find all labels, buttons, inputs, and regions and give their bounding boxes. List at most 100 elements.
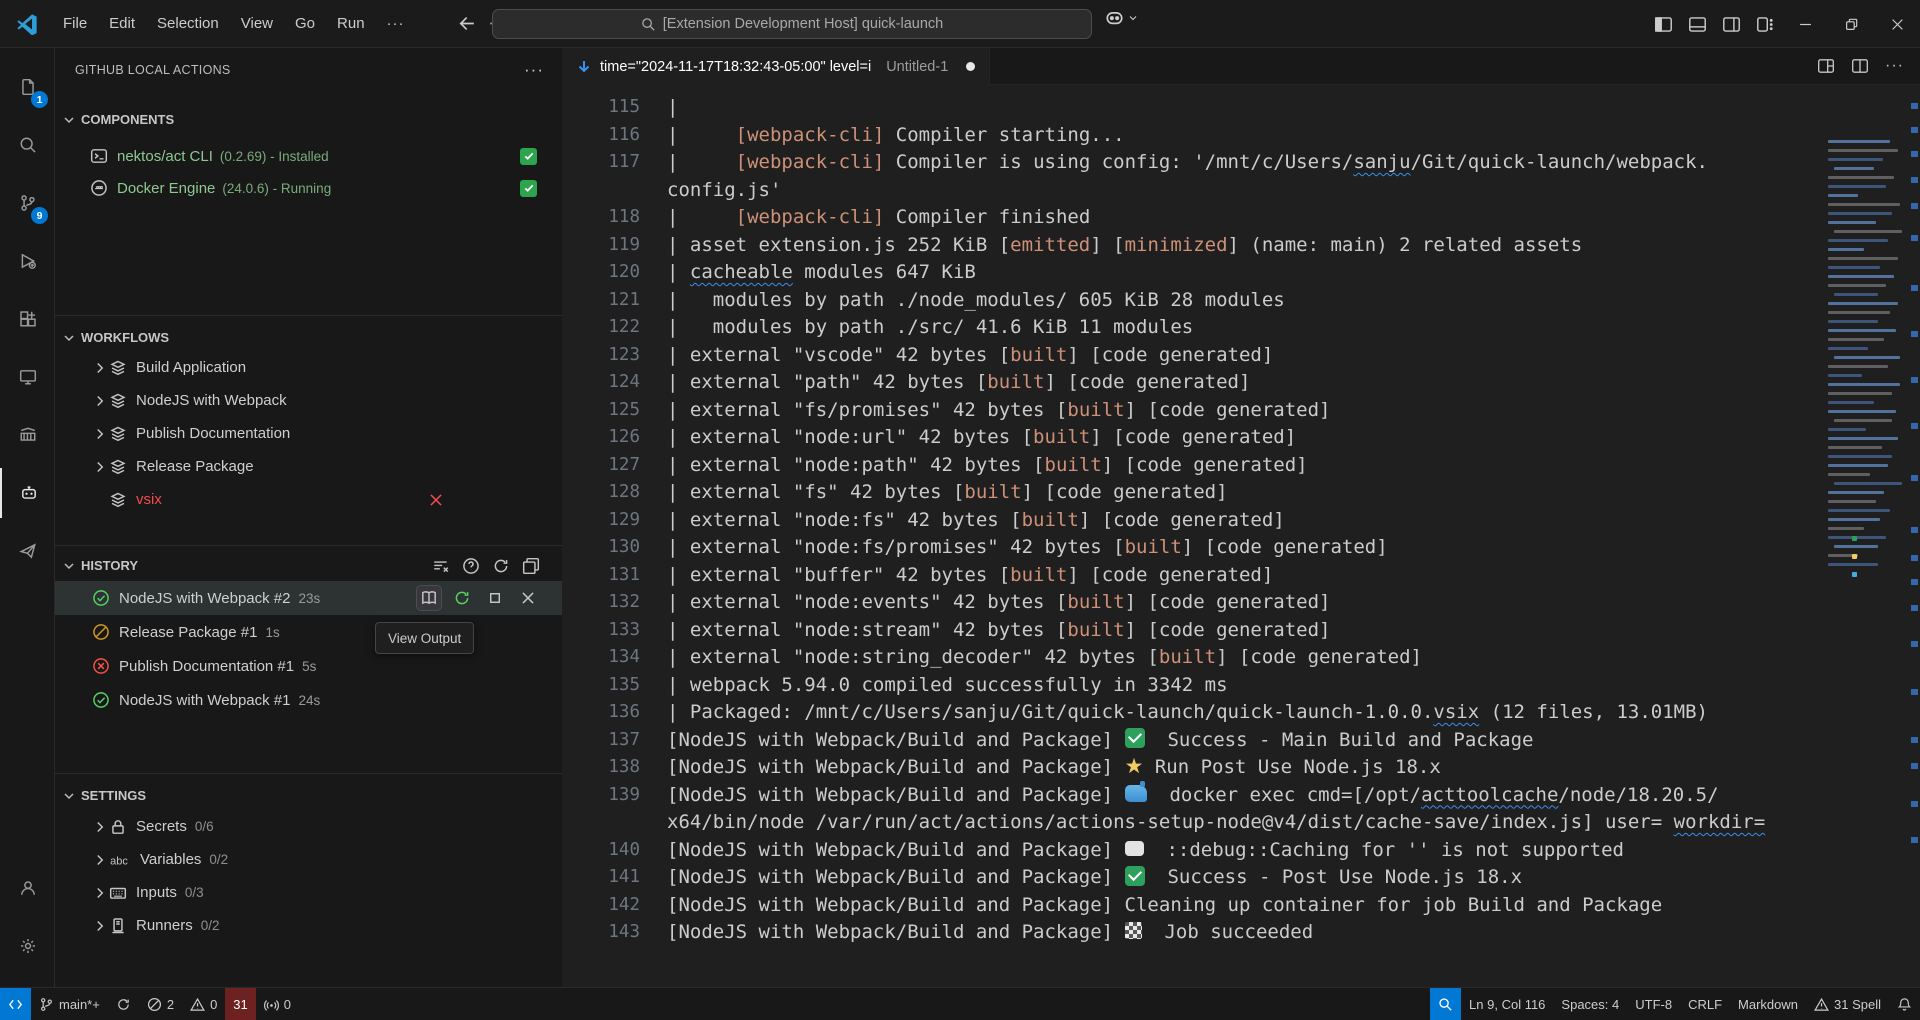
workflow-release-package[interactable]: Release Package (55, 450, 562, 483)
chevron-right-icon[interactable] (91, 392, 109, 410)
component-act-cli[interactable]: nektos/act CLI(0.2.69) - Installed (55, 140, 562, 172)
code-editor[interactable]: 115|116| [webpack-cli] Compiler starting… (562, 85, 1920, 987)
status-search-highlight[interactable] (1430, 988, 1461, 1020)
activity-github-local-actions[interactable] (0, 468, 55, 518)
menu-[interactable]: ··· (376, 9, 416, 38)
status-remote-indicator[interactable] (0, 988, 31, 1020)
menu-file[interactable]: File (52, 9, 98, 38)
chevron-right-icon[interactable] (91, 818, 109, 836)
toggle-primary-sidebar-icon[interactable] (1646, 7, 1680, 41)
history-item[interactable]: NodeJS with Webpack #223s (55, 581, 562, 615)
chevron-right-icon[interactable] (91, 425, 109, 443)
more-actions-icon[interactable]: ··· (524, 60, 544, 80)
view-output-icon[interactable] (417, 586, 441, 610)
status-language-mode[interactable]: Markdown (1730, 988, 1806, 1020)
toggle-layout-icon[interactable] (1817, 57, 1835, 75)
chevron-right-icon[interactable] (91, 851, 109, 869)
restore-button[interactable] (1828, 0, 1874, 48)
setting-secrets[interactable]: Secrets0/6 (55, 810, 562, 843)
status-spell-issue-count[interactable]: 31 (225, 988, 255, 1020)
help-icon[interactable] (462, 557, 480, 575)
history-item[interactable]: NodeJS with Webpack #124s (55, 683, 562, 717)
line-content: | [webpack-cli] Compiler finished (667, 204, 1090, 232)
setting-inputs[interactable]: Inputs0/3 (55, 876, 562, 909)
status-encoding[interactable]: UTF-8 (1627, 988, 1680, 1020)
activity-explorer[interactable]: 1 (0, 62, 55, 112)
minimize-button[interactable] (1782, 0, 1828, 48)
checked-checkbox[interactable] (520, 180, 537, 197)
activity-containers[interactable] (0, 410, 55, 460)
activity-extensions[interactable] (0, 294, 55, 344)
setting-variables[interactable]: abcVariables0/2 (55, 843, 562, 876)
status-forwarded-ports[interactable]: 0 (256, 988, 299, 1020)
menu-view[interactable]: View (230, 9, 284, 38)
tab-untitled-1[interactable]: time="2024-11-17T18:32:43-05:00" level=i… (562, 48, 990, 85)
status-problems-warnings[interactable]: 0 (182, 988, 225, 1020)
copilot-button[interactable] (1104, 7, 1139, 28)
dismiss-icon[interactable] (516, 586, 540, 610)
status-indentation[interactable]: Spaces: 4 (1553, 988, 1627, 1020)
layers-icon (109, 425, 127, 443)
editor-line: 115| (562, 94, 1920, 122)
collapse-all-icon[interactable] (522, 557, 540, 575)
section-components[interactable]: COMPONENTS (55, 106, 562, 133)
status-notifications[interactable] (1889, 988, 1920, 1020)
history-item[interactable]: Publish Documentation #15s (55, 649, 562, 683)
menu-run[interactable]: Run (326, 9, 376, 38)
status-eol-sequence[interactable]: CRLF (1680, 988, 1730, 1020)
command-center-search[interactable]: [Extension Development Host] quick-launc… (492, 9, 1092, 39)
activity-source-control[interactable]: 9 (0, 178, 55, 228)
section-settings[interactable]: SETTINGS (55, 782, 562, 809)
status-label: UTF-8 (1635, 997, 1672, 1012)
workflow-publish-documentation[interactable]: Publish Documentation (55, 417, 562, 450)
chevron-down-icon (1127, 12, 1139, 24)
remove-workflow-icon[interactable] (427, 491, 445, 509)
more-actions-icon[interactable]: ··· (1885, 57, 1904, 75)
restart-icon[interactable] (450, 586, 474, 610)
chevron-right-icon[interactable] (91, 359, 109, 377)
activity-manage[interactable] (0, 921, 55, 971)
customize-layout-icon[interactable] (1748, 7, 1782, 41)
activity-search[interactable] (0, 120, 55, 170)
stop-icon[interactable] (483, 586, 507, 610)
workflow-vsix[interactable]: vsix (55, 483, 562, 516)
split-editor-icon[interactable] (1851, 57, 1869, 75)
history-item[interactable]: Release Package #11s (55, 615, 562, 649)
workflow-nodejs-with-webpack[interactable]: NodeJS with Webpack (55, 384, 562, 417)
toggle-panel-icon[interactable] (1680, 7, 1714, 41)
section-workflows[interactable]: WORKFLOWS (55, 324, 562, 351)
line-number: 119 (562, 232, 640, 260)
refresh-icon[interactable] (492, 557, 510, 575)
line-number: 124 (562, 369, 640, 397)
back-button[interactable] (456, 14, 475, 33)
close-button[interactable] (1874, 0, 1920, 48)
status-cursor-position[interactable]: Ln 9, Col 116 (1461, 988, 1553, 1020)
component-docker-engine[interactable]: Docker Engine(24.0.6) - Running (55, 172, 562, 204)
status-spell-status[interactable]: 31 Spell (1806, 988, 1889, 1020)
checked-checkbox[interactable] (520, 148, 537, 165)
chevron-right-icon[interactable] (91, 917, 109, 935)
menu-go[interactable]: Go (284, 9, 326, 38)
chevron-right-icon[interactable] (91, 458, 109, 476)
chevron-right-icon[interactable] (91, 884, 109, 902)
modified-dot-icon[interactable] (966, 62, 975, 71)
clear-history-icon[interactable] (432, 557, 450, 575)
activity-run-debug[interactable] (0, 236, 55, 286)
line-content: | external "node:string_decoder" 42 byte… (667, 644, 1422, 672)
status-git-branch[interactable]: main*+ (31, 988, 108, 1020)
editor-line: 138[NodeJS with Webpack/Build and Packag… (562, 754, 1920, 782)
activity-publish[interactable] (0, 526, 55, 576)
activity-accounts[interactable] (0, 863, 55, 913)
minimap[interactable] (1826, 88, 1906, 588)
status-problems-errors[interactable]: 2 (139, 988, 182, 1020)
activity-remote-explorer[interactable] (0, 352, 55, 402)
menu-edit[interactable]: Edit (98, 9, 146, 38)
section-history[interactable]: HISTORY (55, 552, 562, 579)
workflow-build-application[interactable]: Build Application (55, 351, 562, 384)
status-sync-changes[interactable] (108, 988, 139, 1020)
line-content: | external "node:fs/promises" 42 bytes [… (667, 534, 1388, 562)
menu-selection[interactable]: Selection (146, 9, 230, 38)
toggle-secondary-sidebar-icon[interactable] (1714, 7, 1748, 41)
setting-runners[interactable]: Runners0/2 (55, 909, 562, 942)
editor-line: 125| external "fs/promises" 42 bytes [bu… (562, 397, 1920, 425)
